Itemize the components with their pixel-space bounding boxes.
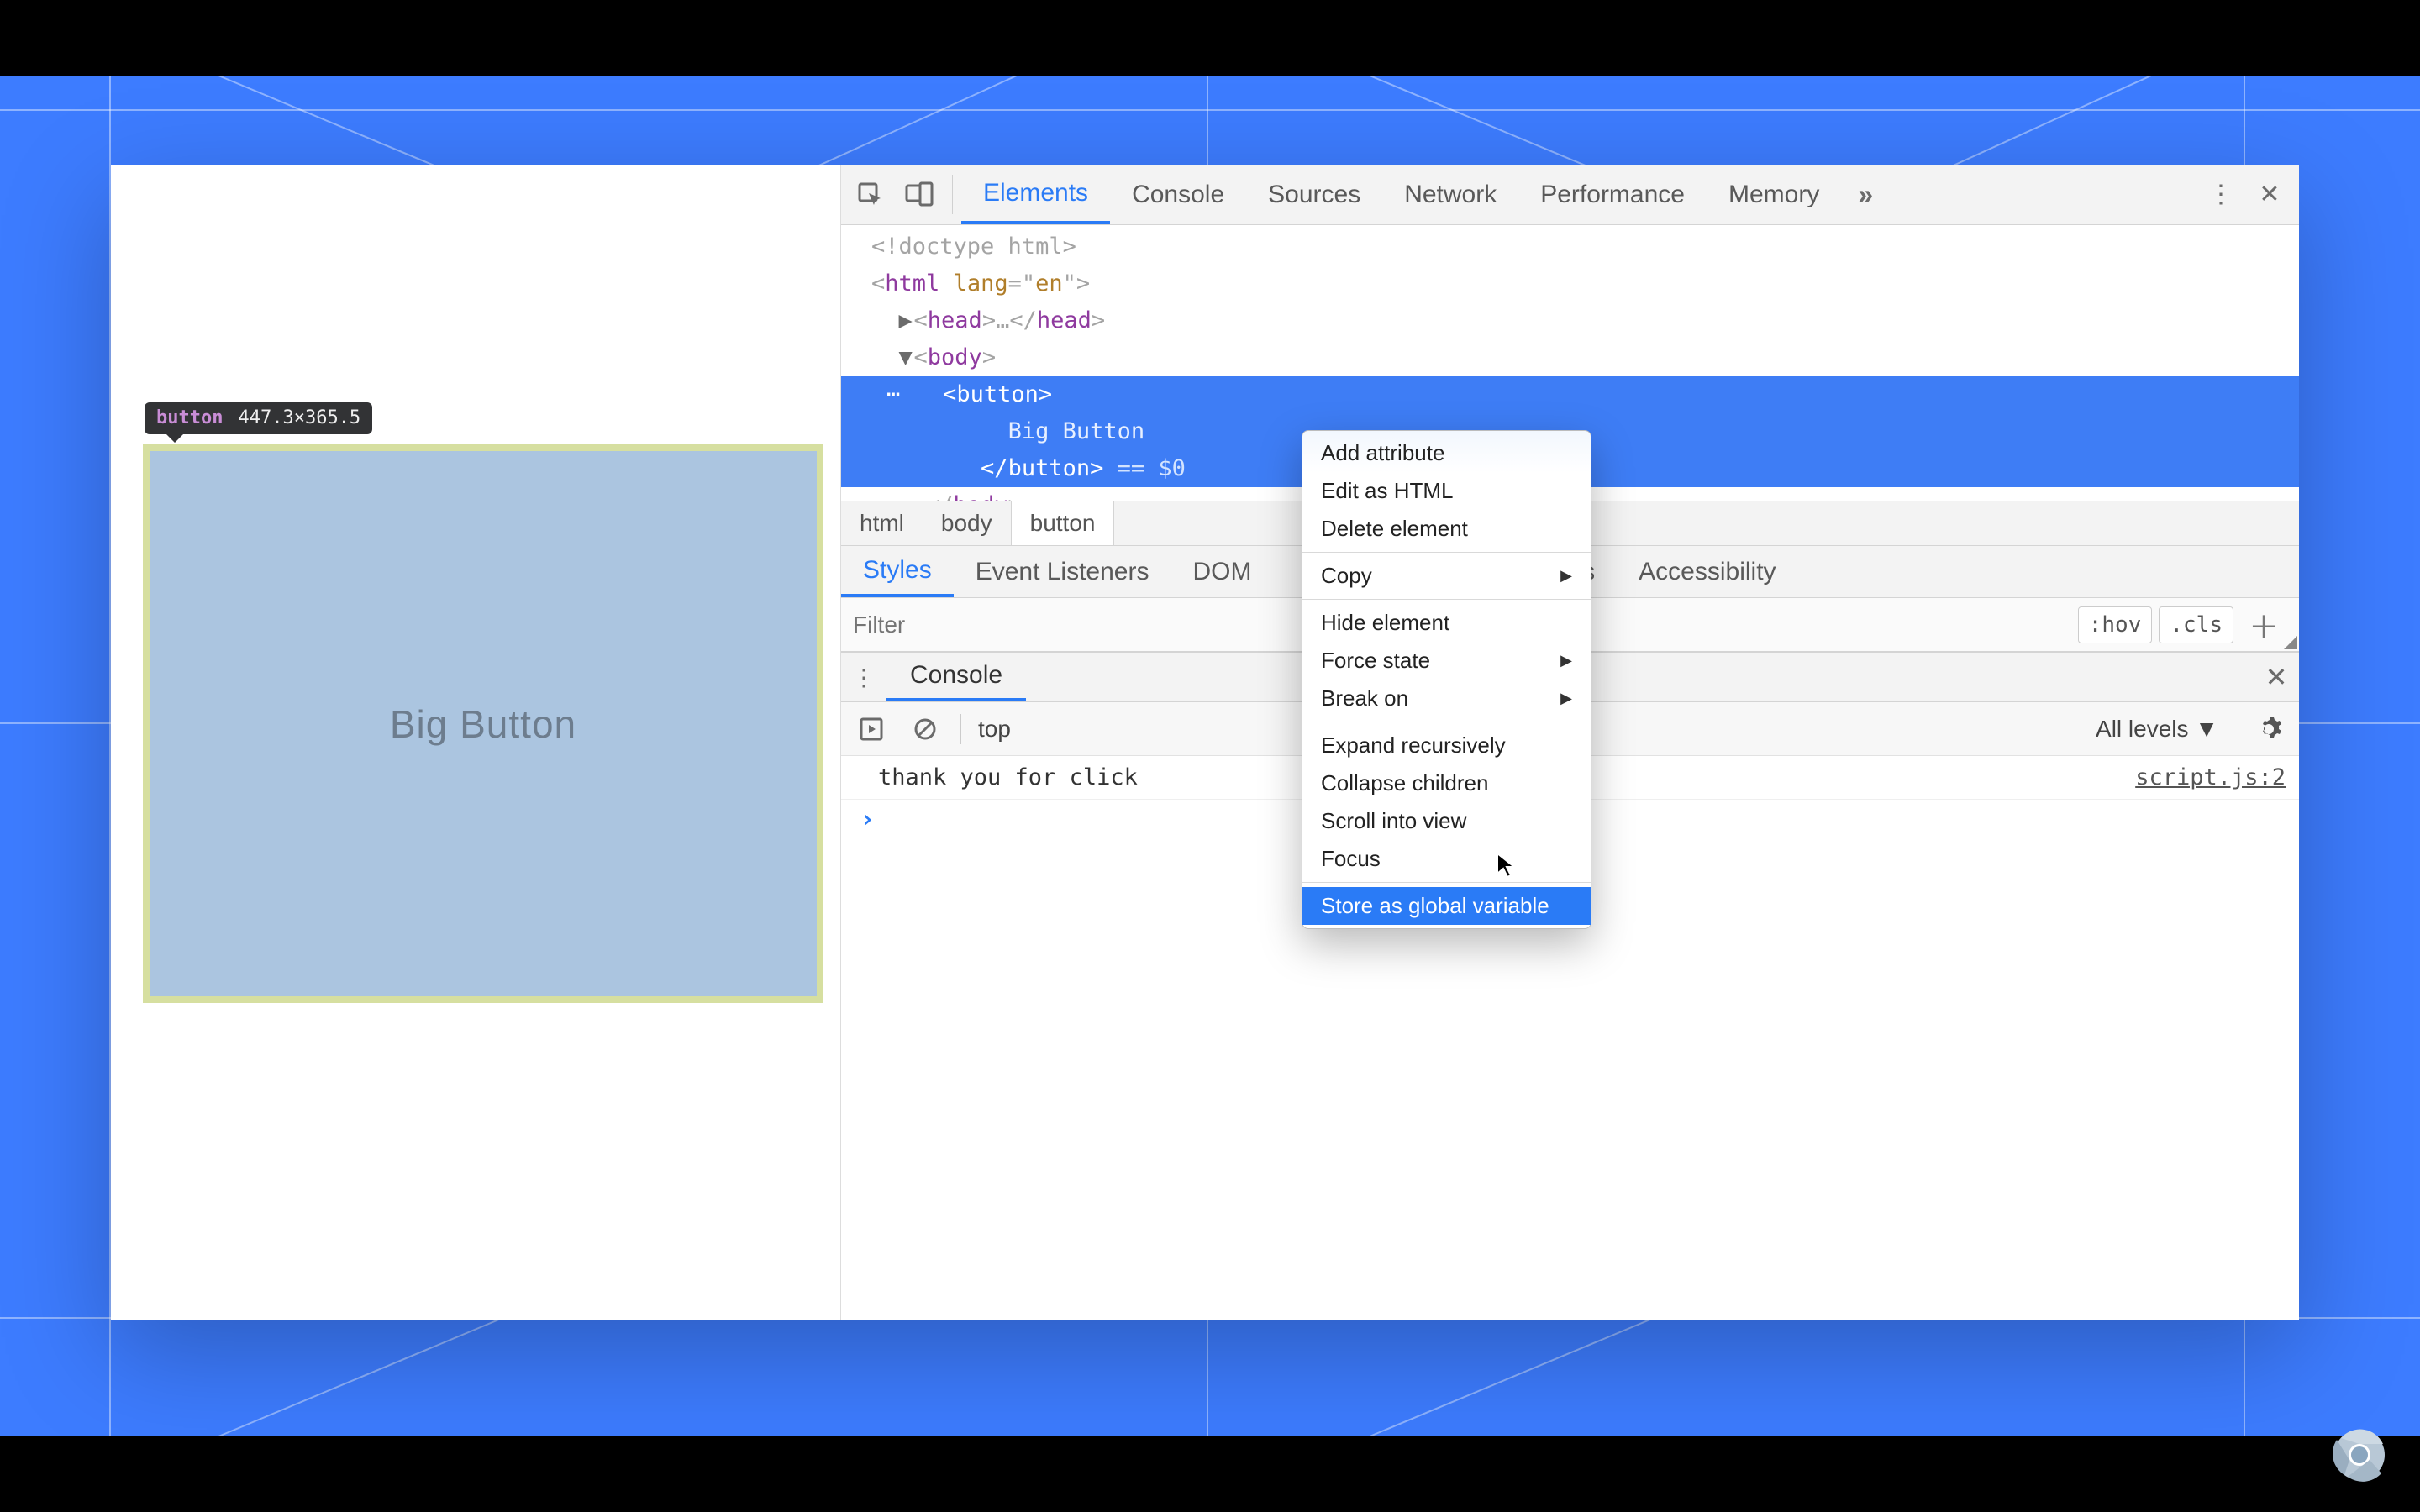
- dom-doctype[interactable]: <!doctype html>: [841, 228, 2299, 265]
- hov-toggle[interactable]: :hov: [2078, 606, 2153, 643]
- subtab-accessibility[interactable]: Accessibility: [1617, 546, 1797, 597]
- tab-console[interactable]: Console: [1110, 165, 1246, 224]
- ctx-copy[interactable]: Copy▶: [1302, 557, 1591, 595]
- log-levels-dropdown[interactable]: All levels ▼: [2096, 716, 2218, 743]
- ctx-divider: [1302, 882, 1591, 883]
- dom-html-open[interactable]: <html lang="en">: [841, 265, 2299, 302]
- close-devtools-icon[interactable]: ✕: [2245, 165, 2294, 224]
- subtab-styles[interactable]: Styles: [841, 546, 954, 597]
- context-menu: Add attribute Edit as HTML Delete elemen…: [1302, 430, 1591, 929]
- ctx-delete-element[interactable]: Delete element: [1302, 510, 1591, 548]
- ctx-focus[interactable]: Focus: [1302, 840, 1591, 878]
- dom-head[interactable]: ▶<head>…</head>: [841, 302, 2299, 339]
- dom-body-open[interactable]: ▼<body>: [841, 339, 2299, 376]
- inspect-icon[interactable]: [846, 165, 895, 224]
- clear-console-icon[interactable]: [907, 711, 944, 748]
- new-style-rule-icon[interactable]: ＋: [2233, 603, 2287, 647]
- ctx-scroll-into-view[interactable]: Scroll into view: [1302, 802, 1591, 840]
- device-toolbar-icon[interactable]: [895, 165, 944, 224]
- console-context[interactable]: top: [978, 716, 1011, 743]
- ctx-hide-element[interactable]: Hide element: [1302, 604, 1591, 642]
- kebab-menu-icon[interactable]: ⋮: [2196, 165, 2245, 224]
- crumb-html[interactable]: html: [841, 501, 923, 545]
- tab-memory[interactable]: Memory: [1707, 165, 1841, 224]
- window: button 447.3×365.5 Big Button Elements C…: [111, 165, 2299, 1320]
- page-viewport: button 447.3×365.5 Big Button: [111, 165, 840, 1320]
- big-button-label: Big Button: [390, 701, 576, 747]
- ctx-expand-recursively[interactable]: Expand recursively: [1302, 727, 1591, 764]
- console-settings-icon[interactable]: [2250, 711, 2287, 748]
- drawer-kebab-icon[interactable]: ⋮: [841, 653, 886, 701]
- ctx-collapse-children[interactable]: Collapse children: [1302, 764, 1591, 802]
- tooltip-dimensions: 447.3×365.5: [238, 407, 360, 428]
- subtab-event-listeners[interactable]: Event Listeners: [954, 546, 1171, 597]
- overflow-tabs-icon[interactable]: »: [1841, 165, 1890, 224]
- subtab-dom-breakpoints[interactable]: DOM: [1171, 546, 1273, 597]
- ctx-divider: [1302, 599, 1591, 600]
- close-drawer-icon[interactable]: ✕: [2254, 653, 2299, 701]
- inspect-tooltip: button 447.3×365.5: [145, 402, 372, 434]
- crumb-button[interactable]: button: [1011, 501, 1115, 545]
- tab-elements[interactable]: Elements: [961, 165, 1110, 224]
- cls-toggle[interactable]: .cls: [2159, 606, 2233, 643]
- crumb-body[interactable]: body: [923, 501, 1011, 545]
- tab-performance[interactable]: Performance: [1518, 165, 1707, 224]
- ctx-edit-as-html[interactable]: Edit as HTML: [1302, 472, 1591, 510]
- devtools-tabbar: Elements Console Sources Network Perform…: [841, 165, 2299, 225]
- ctx-store-as-global[interactable]: Store as global variable: [1302, 887, 1591, 925]
- resize-corner-icon[interactable]: [2284, 636, 2297, 649]
- tooltip-tagname: button: [156, 407, 223, 428]
- big-button[interactable]: Big Button: [143, 444, 823, 1003]
- toggle-sidebar-icon[interactable]: [853, 711, 890, 748]
- tab-network[interactable]: Network: [1382, 165, 1518, 224]
- tab-sources[interactable]: Sources: [1246, 165, 1382, 224]
- drawer-tab-console[interactable]: Console: [886, 653, 1026, 701]
- ctx-add-attribute[interactable]: Add attribute: [1302, 434, 1591, 472]
- console-log-source[interactable]: script.js:2: [2135, 764, 2286, 790]
- ctx-break-on[interactable]: Break on▶: [1302, 680, 1591, 717]
- dom-button-open[interactable]: ⋯ <button>: [841, 376, 2299, 413]
- chrome-logo-icon: [2333, 1428, 2386, 1482]
- ctx-force-state[interactable]: Force state▶: [1302, 642, 1591, 680]
- ctx-divider: [1302, 552, 1591, 553]
